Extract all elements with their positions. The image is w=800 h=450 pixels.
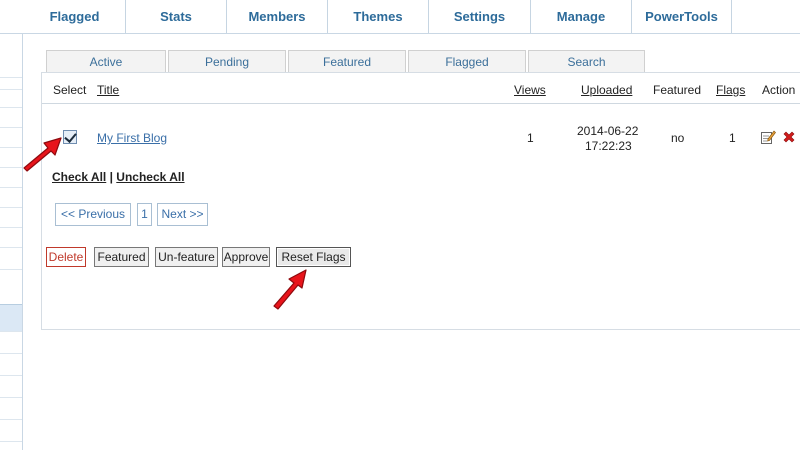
sidebar [0, 34, 23, 450]
sidebar-row[interactable] [0, 108, 22, 128]
annotation-arrow-checkbox-icon [23, 137, 62, 172]
header-action: Action [762, 83, 796, 97]
nav-stats[interactable]: Stats [126, 0, 227, 33]
delete-button[interactable]: Delete [46, 247, 86, 267]
header-uploaded[interactable]: Uploaded [581, 83, 632, 97]
nav-flagged[interactable]: Flagged [24, 0, 126, 33]
sidebar-row[interactable] [0, 228, 22, 248]
sidebar-row[interactable] [0, 90, 22, 108]
sidebar-row[interactable] [0, 248, 22, 270]
tab-featured[interactable]: Featured [288, 50, 406, 72]
sidebar-row[interactable] [0, 188, 22, 208]
previous-page-button[interactable]: << Previous [55, 203, 131, 226]
top-navigation: Flagged Stats Members Themes Settings Ma… [0, 0, 800, 34]
views-value: 1 [527, 131, 534, 145]
delete-icon[interactable] [781, 129, 797, 145]
annotation-arrow-reset-icon [273, 269, 307, 310]
sidebar-row[interactable] [0, 332, 22, 354]
nav-themes[interactable]: Themes [328, 0, 429, 33]
tab-active[interactable]: Active [46, 50, 166, 72]
nav-powertools[interactable]: PowerTools [632, 0, 732, 33]
nav-settings[interactable]: Settings [429, 0, 531, 33]
blog-title-link[interactable]: My First Blog [97, 131, 167, 145]
nav-manage[interactable]: Manage [531, 0, 632, 33]
content-panel [41, 72, 800, 330]
nav-members[interactable]: Members [227, 0, 328, 33]
header-views[interactable]: Views [514, 83, 546, 97]
unfeature-button[interactable]: Un-feature [155, 247, 218, 267]
header-featured: Featured [653, 83, 702, 97]
uncheck-all-link[interactable]: Uncheck All [116, 170, 184, 184]
selection-links: Check All | Uncheck All [52, 170, 185, 184]
tab-search[interactable]: Search [528, 50, 645, 72]
tab-pending[interactable]: Pending [168, 50, 286, 72]
sidebar-row[interactable] [0, 354, 22, 376]
featured-button[interactable]: Featured [94, 247, 149, 267]
featured-value: no [671, 131, 685, 145]
header-title[interactable]: Title [97, 83, 119, 97]
sidebar-row[interactable] [0, 208, 22, 228]
sidebar-row-active[interactable] [0, 304, 22, 332]
table-header: Select Title Views Uploaded Featured Fla… [42, 76, 800, 104]
sidebar-row[interactable] [0, 44, 22, 78]
uploaded-date: 2014-06-22 [577, 124, 639, 138]
flags-value: 1 [729, 131, 736, 145]
tab-flagged[interactable]: Flagged [408, 50, 526, 72]
approve-button[interactable]: Approve [222, 247, 270, 267]
uploaded-time: 17:22:23 [585, 139, 632, 153]
sidebar-row[interactable] [0, 78, 22, 90]
sidebar-row[interactable] [0, 398, 22, 420]
current-page-button[interactable]: 1 [137, 203, 152, 226]
header-flags[interactable]: Flags [716, 83, 745, 97]
edit-icon[interactable] [760, 129, 776, 145]
selection-separator: | [109, 170, 113, 184]
header-select: Select [53, 83, 87, 97]
admin-page: Flagged Stats Members Themes Settings Ma… [0, 0, 800, 450]
sidebar-row[interactable] [0, 420, 22, 442]
next-page-button[interactable]: Next >> [157, 203, 208, 226]
sidebar-row[interactable] [0, 376, 22, 398]
